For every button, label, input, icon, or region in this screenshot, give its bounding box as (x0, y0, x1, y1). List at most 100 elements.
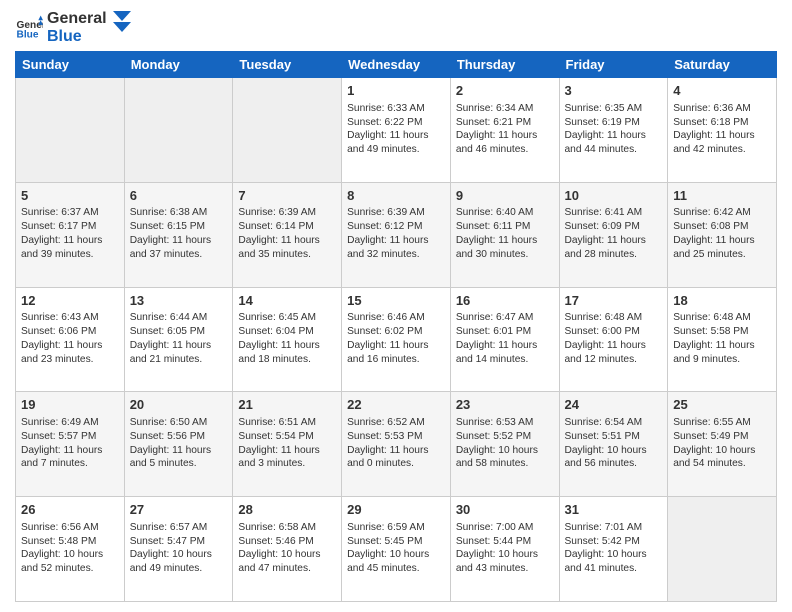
day-info: Sunrise: 6:33 AM Sunset: 6:22 PM Dayligh… (347, 102, 445, 157)
calendar-week-row: 26 Sunrise: 6:56 AM Sunset: 5:48 PM Dayli… (16, 497, 777, 602)
calendar-cell (124, 78, 233, 183)
svg-text:Blue: Blue (17, 29, 39, 40)
calendar-cell: 30 Sunrise: 7:00 AM Sunset: 5:44 PM Dayli… (450, 497, 559, 602)
calendar-cell: 17Sunrise: 6:48 AM Sunset: 6:00 PM Dayli… (559, 287, 668, 392)
day-info: Sunrise: 6:42 AM Sunset: 6:08 PM Dayligh… (673, 206, 771, 261)
day-number: 16 (456, 292, 554, 310)
calendar-cell (16, 78, 125, 183)
day-info: Sunrise: 6:57 AM Sunset: 5:47 PM Dayligh… (130, 521, 228, 576)
day-number: 5 (21, 187, 119, 205)
day-of-week-header: Friday (559, 52, 668, 78)
page: General Blue General Blue SundayMondayTu… (0, 0, 792, 612)
day-number: 10 (565, 187, 663, 205)
calendar-cell: 11Sunrise: 6:42 AM Sunset: 6:08 PM Dayli… (668, 182, 777, 287)
day-number: 1 (347, 82, 445, 100)
day-number: 29 (347, 501, 445, 519)
calendar-cell: 21 Sunrise: 6:51 AM Sunset: 5:54 PM Dayli… (233, 392, 342, 497)
day-info: Sunrise: 6:48 AM Sunset: 6:00 PM Dayligh… (565, 311, 663, 366)
calendar-cell: 31 Sunrise: 7:01 AM Sunset: 5:42 PM Dayli… (559, 497, 668, 602)
calendar-table: SundayMondayTuesdayWednesdayThursdayFrid… (15, 51, 777, 602)
day-info: Sunrise: 6:52 AM Sunset: 5:53 PM Dayligh… (347, 416, 445, 471)
day-number: 12 (21, 292, 119, 310)
calendar-cell: 20 Sunrise: 6:50 AM Sunset: 5:56 PM Dayli… (124, 392, 233, 497)
day-of-week-row: SundayMondayTuesdayWednesdayThursdayFrid… (16, 52, 777, 78)
day-number: 28 (238, 501, 336, 519)
day-number: 15 (347, 292, 445, 310)
calendar-cell: 29Sunrise: 6:59 AM Sunset: 5:45 PM Dayli… (342, 497, 451, 602)
calendar-cell: 22Sunrise: 6:52 AM Sunset: 5:53 PM Dayli… (342, 392, 451, 497)
day-info: Sunrise: 7:01 AM Sunset: 5:42 PM Dayligh… (565, 521, 663, 576)
day-number: 14 (238, 292, 336, 310)
calendar-cell: 5Sunrise: 6:37 AM Sunset: 6:17 PM Daylig… (16, 182, 125, 287)
calendar-cell: 10Sunrise: 6:41 AM Sunset: 6:09 PM Dayli… (559, 182, 668, 287)
calendar-cell: 1 Sunrise: 6:33 AM Sunset: 6:22 PM Daylig… (342, 78, 451, 183)
day-number: 2 (456, 82, 554, 100)
day-info: Sunrise: 6:55 AM Sunset: 5:49 PM Dayligh… (673, 416, 771, 471)
calendar-cell: 12Sunrise: 6:43 AM Sunset: 6:06 PM Dayli… (16, 287, 125, 392)
day-of-week-header: Monday (124, 52, 233, 78)
day-number: 6 (130, 187, 228, 205)
day-number: 24 (565, 396, 663, 414)
calendar-cell: 8Sunrise: 6:39 AM Sunset: 6:12 PM Daylig… (342, 182, 451, 287)
day-number: 23 (456, 396, 554, 414)
day-info: Sunrise: 6:54 AM Sunset: 5:51 PM Dayligh… (565, 416, 663, 471)
day-number: 31 (565, 501, 663, 519)
calendar-cell: 7Sunrise: 6:39 AM Sunset: 6:14 PM Daylig… (233, 182, 342, 287)
day-number: 20 (130, 396, 228, 414)
calendar-cell: 13Sunrise: 6:44 AM Sunset: 6:05 PM Dayli… (124, 287, 233, 392)
calendar-cell: 3 Sunrise: 6:35 AM Sunset: 6:19 PM Daylig… (559, 78, 668, 183)
logo-general-text: General (47, 10, 107, 28)
day-number: 8 (347, 187, 445, 205)
calendar-cell: 18Sunrise: 6:48 AM Sunset: 5:58 PM Dayli… (668, 287, 777, 392)
calendar-cell: 6Sunrise: 6:38 AM Sunset: 6:15 PM Daylig… (124, 182, 233, 287)
day-info: Sunrise: 6:37 AM Sunset: 6:17 PM Dayligh… (21, 206, 119, 261)
calendar-cell: 28 Sunrise: 6:58 AM Sunset: 5:46 PM Dayli… (233, 497, 342, 602)
calendar-cell: 14Sunrise: 6:45 AM Sunset: 6:04 PM Dayli… (233, 287, 342, 392)
day-number: 3 (565, 82, 663, 100)
calendar-cell (668, 497, 777, 602)
logo-chevron-icon (113, 11, 131, 41)
calendar-cell: 27Sunrise: 6:57 AM Sunset: 5:47 PM Dayli… (124, 497, 233, 602)
calendar-cell: 9Sunrise: 6:40 AM Sunset: 6:11 PM Daylig… (450, 182, 559, 287)
day-info: Sunrise: 6:35 AM Sunset: 6:19 PM Dayligh… (565, 102, 663, 157)
calendar-body: 1 Sunrise: 6:33 AM Sunset: 6:22 PM Daylig… (16, 78, 777, 602)
day-info: Sunrise: 7:00 AM Sunset: 5:44 PM Dayligh… (456, 521, 554, 576)
calendar-cell: 26 Sunrise: 6:56 AM Sunset: 5:48 PM Dayli… (16, 497, 125, 602)
day-number: 18 (673, 292, 771, 310)
day-info: Sunrise: 6:50 AM Sunset: 5:56 PM Dayligh… (130, 416, 228, 471)
day-number: 13 (130, 292, 228, 310)
day-info: Sunrise: 6:47 AM Sunset: 6:01 PM Dayligh… (456, 311, 554, 366)
day-of-week-header: Tuesday (233, 52, 342, 78)
calendar-cell: 24 Sunrise: 6:54 AM Sunset: 5:51 PM Dayli… (559, 392, 668, 497)
logo: General Blue General Blue (15, 10, 131, 45)
day-info: Sunrise: 6:58 AM Sunset: 5:46 PM Dayligh… (238, 521, 336, 576)
calendar-cell (233, 78, 342, 183)
calendar-cell: 16Sunrise: 6:47 AM Sunset: 6:01 PM Dayli… (450, 287, 559, 392)
day-number: 30 (456, 501, 554, 519)
day-number: 17 (565, 292, 663, 310)
day-info: Sunrise: 6:39 AM Sunset: 6:14 PM Dayligh… (238, 206, 336, 261)
calendar-cell: 19Sunrise: 6:49 AM Sunset: 5:57 PM Dayli… (16, 392, 125, 497)
day-info: Sunrise: 6:34 AM Sunset: 6:21 PM Dayligh… (456, 102, 554, 157)
day-of-week-header: Sunday (16, 52, 125, 78)
day-info: Sunrise: 6:44 AM Sunset: 6:05 PM Dayligh… (130, 311, 228, 366)
calendar-cell: 4Sunrise: 6:36 AM Sunset: 6:18 PM Daylig… (668, 78, 777, 183)
calendar-week-row: 19Sunrise: 6:49 AM Sunset: 5:57 PM Dayli… (16, 392, 777, 497)
day-info: Sunrise: 6:46 AM Sunset: 6:02 PM Dayligh… (347, 311, 445, 366)
day-number: 21 (238, 396, 336, 414)
calendar-cell: 25Sunrise: 6:55 AM Sunset: 5:49 PM Dayli… (668, 392, 777, 497)
day-info: Sunrise: 6:51 AM Sunset: 5:54 PM Dayligh… (238, 416, 336, 471)
calendar-week-row: 1 Sunrise: 6:33 AM Sunset: 6:22 PM Daylig… (16, 78, 777, 183)
day-info: Sunrise: 6:38 AM Sunset: 6:15 PM Dayligh… (130, 206, 228, 261)
calendar-cell: 15Sunrise: 6:46 AM Sunset: 6:02 PM Dayli… (342, 287, 451, 392)
day-info: Sunrise: 6:56 AM Sunset: 5:48 PM Dayligh… (21, 521, 119, 576)
day-info: Sunrise: 6:45 AM Sunset: 6:04 PM Dayligh… (238, 311, 336, 366)
day-number: 9 (456, 187, 554, 205)
calendar-cell: 23Sunrise: 6:53 AM Sunset: 5:52 PM Dayli… (450, 392, 559, 497)
calendar-week-row: 12Sunrise: 6:43 AM Sunset: 6:06 PM Dayli… (16, 287, 777, 392)
day-number: 26 (21, 501, 119, 519)
day-number: 11 (673, 187, 771, 205)
day-of-week-header: Thursday (450, 52, 559, 78)
day-info: Sunrise: 6:36 AM Sunset: 6:18 PM Dayligh… (673, 102, 771, 157)
day-info: Sunrise: 6:40 AM Sunset: 6:11 PM Dayligh… (456, 206, 554, 261)
